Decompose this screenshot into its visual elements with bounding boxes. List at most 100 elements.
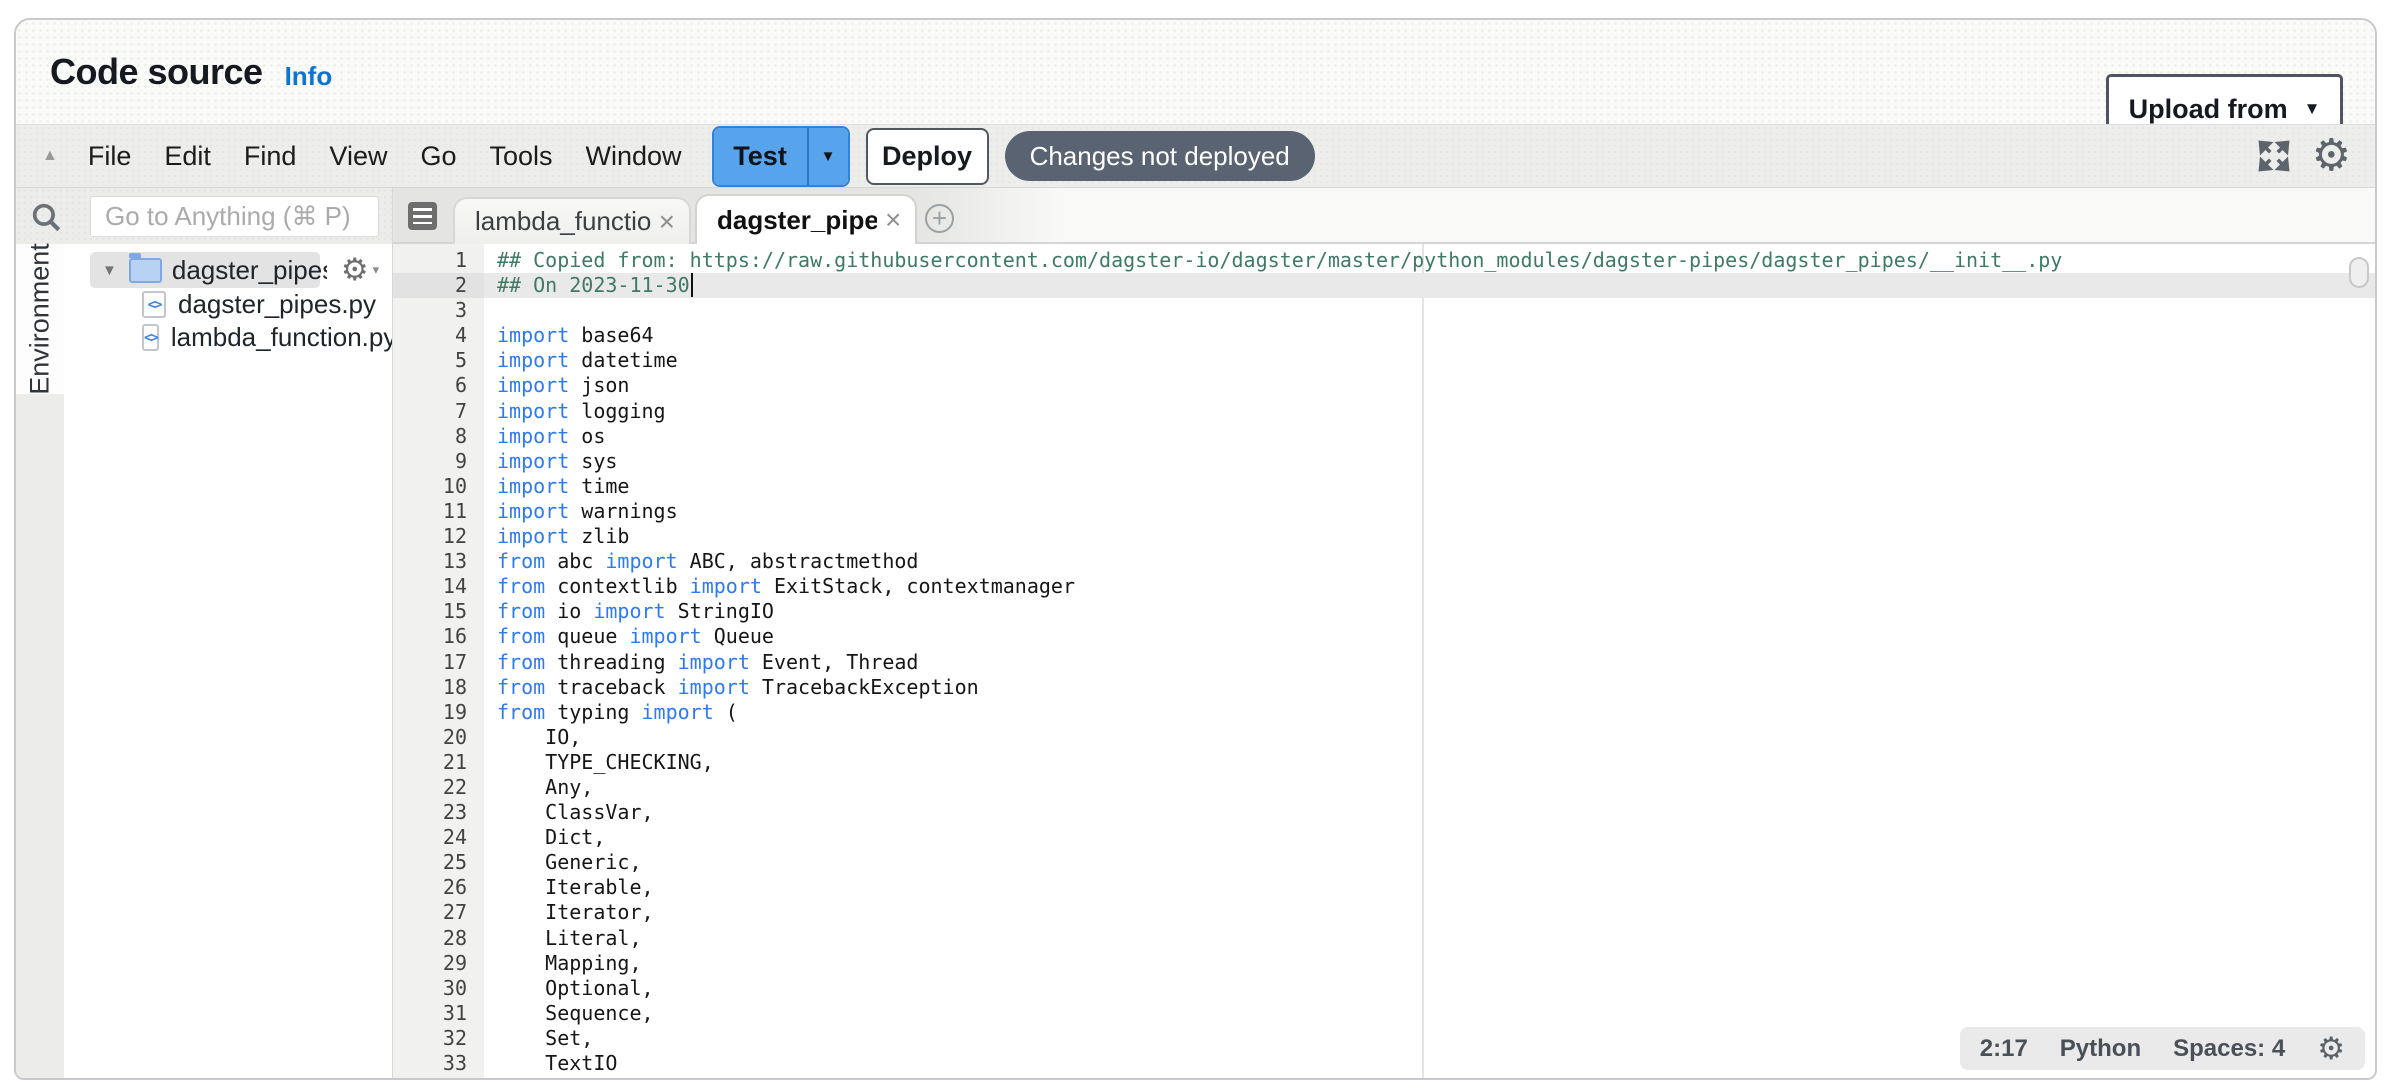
line-number[interactable]: 1 (393, 248, 484, 273)
line-number[interactable]: 12 (393, 524, 484, 549)
code-line[interactable]: 22 Any, (393, 775, 2375, 800)
cursor-position[interactable]: 2:17 (1980, 1035, 2028, 1063)
collapse-menubar-icon[interactable]: ▲ (42, 147, 58, 165)
code-line[interactable]: 30 Optional, (393, 976, 2375, 1001)
deploy-status-badge: Changes not deployed (1005, 131, 1315, 181)
tab-lambda-function[interactable]: lambda_function. × (453, 197, 691, 244)
code-line[interactable]: 23 ClassVar, (393, 800, 2375, 825)
menu-item-view[interactable]: View (329, 141, 387, 172)
folder-expand-caret-icon[interactable]: ▼ (102, 262, 117, 279)
line-number[interactable]: 11 (393, 499, 484, 524)
code-line[interactable]: 29 Mapping, (393, 951, 2375, 976)
code-line[interactable]: 7import logging (393, 399, 2375, 424)
editor-scrollbar-thumb[interactable] (2349, 257, 2369, 288)
code-line[interactable]: 19from typing import ( (393, 700, 2375, 725)
search-icon[interactable] (29, 200, 63, 234)
new-tab-button[interactable]: + (925, 204, 954, 233)
editor-settings-gear-icon[interactable]: ⚙ (2317, 1031, 2345, 1067)
code-editor[interactable]: 1## Copied from: https://raw.githubuserc… (393, 244, 2375, 1078)
tab-list-icon[interactable] (408, 202, 437, 230)
line-number[interactable]: 5 (393, 348, 484, 373)
line-number[interactable]: 26 (393, 875, 484, 900)
tree-settings-button[interactable]: ⚙ ▾ (341, 252, 379, 288)
line-number[interactable]: 32 (393, 1026, 484, 1051)
line-number[interactable]: 16 (393, 624, 484, 649)
line-number[interactable]: 2 (393, 273, 484, 298)
code-line[interactable]: 20 IO, (393, 725, 2375, 750)
tab-dagster-pipes[interactable]: dagster_pipes.py × (695, 194, 917, 244)
go-to-anything-input[interactable] (90, 196, 379, 237)
line-number[interactable]: 13 (393, 549, 484, 574)
code-line[interactable]: 16from queue import Queue (393, 624, 2375, 649)
menu-item-window[interactable]: Window (586, 141, 682, 172)
menu-item-find[interactable]: Find (244, 141, 297, 172)
close-tab-icon[interactable]: × (659, 212, 675, 232)
tree-file-item[interactable]: <>dagster_pipes.py (64, 288, 392, 321)
menu-item-tools[interactable]: Tools (490, 141, 553, 172)
line-number[interactable]: 20 (393, 725, 484, 750)
code-line[interactable]: 1## Copied from: https://raw.githubuserc… (393, 248, 2375, 273)
code-line[interactable]: 31 Sequence, (393, 1001, 2375, 1026)
line-number[interactable]: 25 (393, 850, 484, 875)
code-line[interactable]: 6import json (393, 373, 2375, 398)
tree-file-item[interactable]: <>lambda_function.py (64, 321, 392, 354)
code-line[interactable]: 12import zlib (393, 524, 2375, 549)
code-line[interactable]: 21 TYPE_CHECKING, (393, 750, 2375, 775)
menu-item-file[interactable]: File (88, 141, 132, 172)
line-number[interactable]: 4 (393, 323, 484, 348)
code-line[interactable]: 24 Dict, (393, 825, 2375, 850)
code-line[interactable]: 8import os (393, 424, 2375, 449)
fullscreen-icon[interactable] (2256, 138, 2292, 174)
line-number[interactable]: 10 (393, 474, 484, 499)
menu-item-go[interactable]: Go (420, 141, 456, 172)
line-number[interactable]: 19 (393, 700, 484, 725)
line-number[interactable]: 22 (393, 775, 484, 800)
line-number[interactable]: 21 (393, 750, 484, 775)
code-line[interactable]: 2## On 2023-11-30 (393, 273, 2375, 298)
line-number[interactable]: 23 (393, 800, 484, 825)
code-line[interactable]: 3 (393, 298, 2375, 323)
line-number[interactable]: 30 (393, 976, 484, 1001)
code-line[interactable]: 11import warnings (393, 499, 2375, 524)
language-mode[interactable]: Python (2060, 1035, 2141, 1063)
code-line[interactable]: 27 Iterator, (393, 900, 2375, 925)
test-dropdown-button[interactable]: ▼ (807, 128, 848, 185)
settings-gear-icon[interactable]: ⚙ (2312, 138, 2351, 174)
line-number[interactable]: 33 (393, 1051, 484, 1076)
indentation-setting[interactable]: Spaces: 4 (2173, 1035, 2285, 1063)
code-line[interactable]: 4 import base64 (393, 323, 2375, 348)
tree-folder-row[interactable]: ▼ dagster_pipes_funct ⚙ ▾ (64, 252, 392, 288)
code-line[interactable]: 10import time (393, 474, 2375, 499)
code-line[interactable]: 26 Iterable, (393, 875, 2375, 900)
menu-item-edit[interactable]: Edit (164, 141, 211, 172)
line-number[interactable]: 9 (393, 449, 484, 474)
line-number[interactable]: 8 (393, 424, 484, 449)
environment-tab[interactable]: Environment (16, 244, 64, 394)
code-line[interactable]: 25 Generic, (393, 850, 2375, 875)
line-number[interactable]: 6 (393, 373, 484, 398)
line-number[interactable]: 28 (393, 926, 484, 951)
line-number[interactable]: 18 (393, 675, 484, 700)
line-number[interactable]: 14 (393, 574, 484, 599)
deploy-button[interactable]: Deploy (866, 128, 989, 185)
code-line[interactable]: 28 Literal, (393, 926, 2375, 951)
code-line-text: import base64 (497, 323, 654, 348)
line-number[interactable]: 31 (393, 1001, 484, 1026)
code-line[interactable]: 17from threading import Event, Thread (393, 650, 2375, 675)
line-number[interactable]: 17 (393, 650, 484, 675)
line-number[interactable]: 29 (393, 951, 484, 976)
code-line[interactable]: 5import datetime (393, 348, 2375, 373)
line-number[interactable]: 15 (393, 599, 484, 624)
code-line[interactable]: 18from traceback import TracebackExcepti… (393, 675, 2375, 700)
line-number[interactable]: 7 (393, 399, 484, 424)
code-line[interactable]: 14from contextlib import ExitStack, cont… (393, 574, 2375, 599)
line-number[interactable]: 24 (393, 825, 484, 850)
code-line[interactable]: 9import sys (393, 449, 2375, 474)
line-number[interactable]: 3 (393, 298, 484, 323)
code-line[interactable]: 15from io import StringIO (393, 599, 2375, 624)
test-button[interactable]: Test (714, 128, 807, 185)
line-number[interactable]: 27 (393, 900, 484, 925)
info-link[interactable]: Info (285, 61, 333, 92)
close-tab-icon[interactable]: × (885, 210, 901, 230)
code-line[interactable]: 13from abc import ABC, abstractmethod (393, 549, 2375, 574)
